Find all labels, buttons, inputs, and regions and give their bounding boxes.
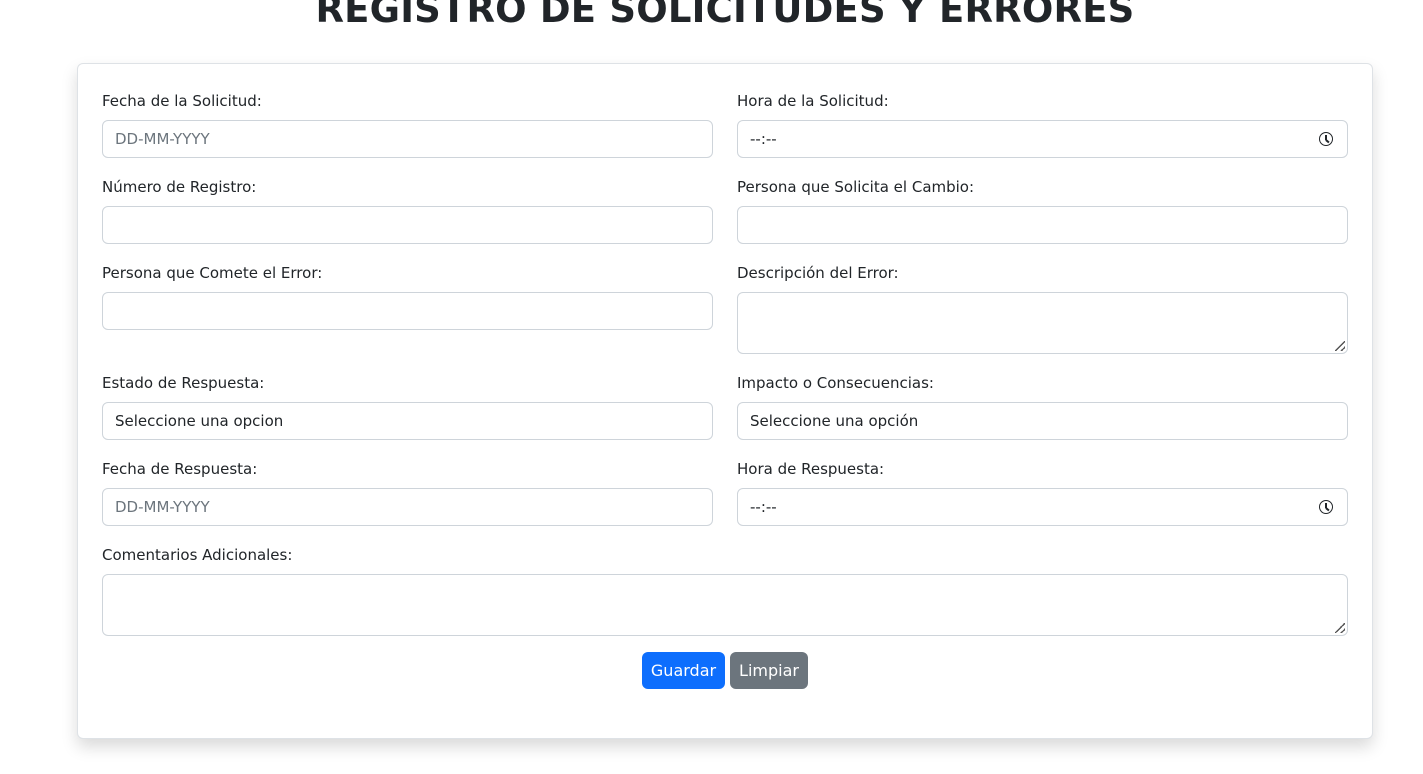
persona-error-input[interactable] — [102, 292, 713, 330]
hora-respuesta-label: Hora de Respuesta: — [737, 460, 885, 478]
hora-respuesta-value: --:-- — [750, 498, 777, 516]
fecha-respuesta-input[interactable] — [102, 488, 713, 526]
comentarios-label: Comentarios Adicionales: — [102, 546, 293, 564]
hora-solicitud-input[interactable]: --:-- — [737, 120, 1348, 158]
hora-solicitud-value: --:-- — [750, 130, 777, 148]
estado-respuesta-select[interactable]: Seleccione una opcion — [102, 402, 713, 440]
persona-solicita-input[interactable] — [737, 206, 1348, 244]
estado-respuesta-label: Estado de Respuesta: — [102, 374, 265, 392]
comentarios-textarea[interactable] — [102, 574, 1348, 636]
clock-icon[interactable] — [1319, 500, 1333, 514]
persona-solicita-label: Persona que Solicita el Cambio: — [737, 178, 975, 196]
impacto-selected: Seleccione una opción — [750, 412, 919, 430]
comentarios-wrapper — [102, 574, 1348, 636]
persona-error-label: Persona que Comete el Error: — [102, 264, 323, 282]
descripcion-error-wrapper — [737, 292, 1348, 354]
clock-icon[interactable] — [1319, 132, 1333, 146]
limpiar-button[interactable]: Limpiar — [730, 652, 808, 689]
hora-respuesta-input[interactable]: --:-- — [737, 488, 1348, 526]
numero-registro-input[interactable] — [102, 206, 713, 244]
fecha-respuesta-label: Fecha de Respuesta: — [102, 460, 258, 478]
descripcion-error-label: Descripción del Error: — [737, 264, 899, 282]
hora-solicitud-label: Hora de la Solicitud: — [737, 92, 889, 110]
descripcion-error-textarea[interactable] — [737, 292, 1348, 354]
estado-respuesta-selected: Seleccione una opcion — [115, 412, 284, 430]
impacto-select[interactable]: Seleccione una opción — [737, 402, 1348, 440]
impacto-label: Impacto o Consecuencias: — [737, 374, 934, 392]
guardar-button[interactable]: Guardar — [642, 652, 725, 689]
resize-grip-icon[interactable] — [1335, 623, 1345, 633]
fecha-solicitud-input[interactable] — [102, 120, 713, 158]
numero-registro-label: Número de Registro: — [102, 178, 257, 196]
fecha-solicitud-label: Fecha de la Solicitud: — [102, 92, 262, 110]
resize-grip-icon[interactable] — [1335, 341, 1345, 351]
form-card: Fecha de la Solicitud: Hora de la Solici… — [77, 63, 1373, 739]
page-title: REGISTRO DE SOLICITUDES Y ERRORES — [315, 0, 1135, 31]
